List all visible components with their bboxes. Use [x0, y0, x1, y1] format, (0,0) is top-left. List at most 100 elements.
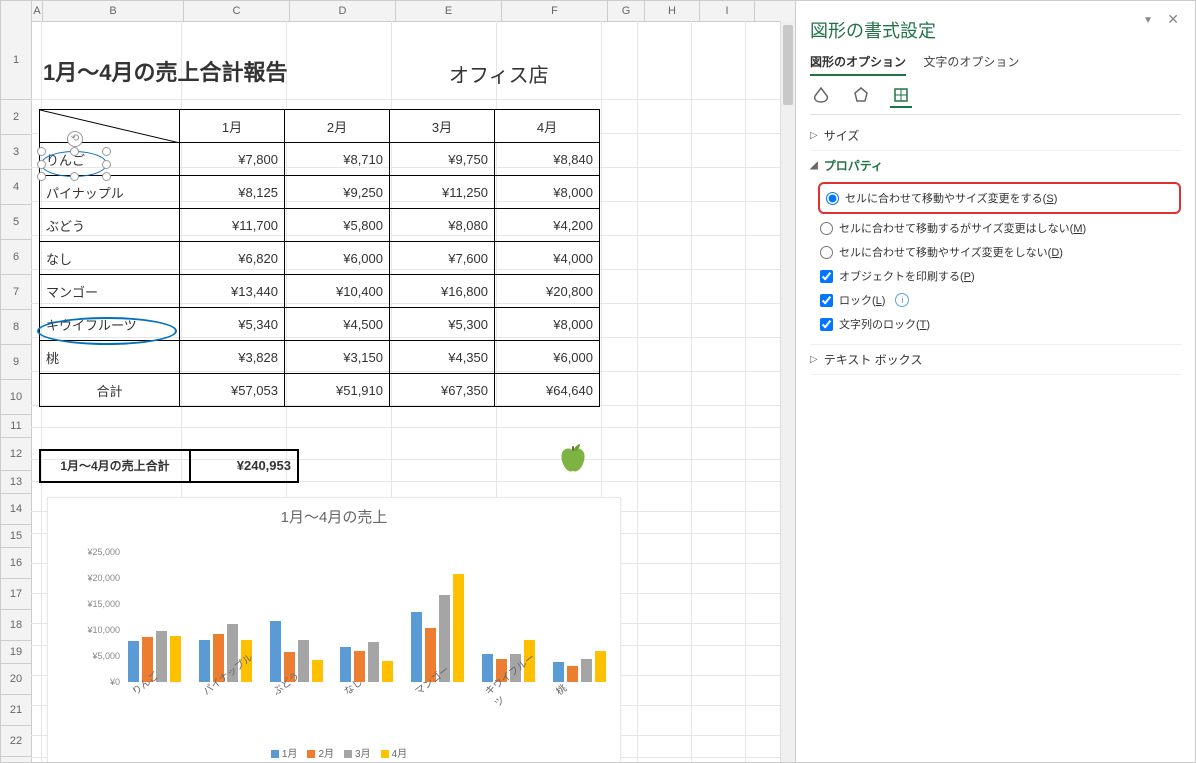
sales-cell[interactable]: ¥7,800: [180, 143, 285, 176]
effects-icon[interactable]: [850, 84, 872, 106]
row-header[interactable]: 7: [1, 275, 31, 310]
table-row[interactable]: マンゴー¥13,440¥10,400¥16,800¥20,800: [40, 275, 600, 308]
column-header[interactable]: H: [645, 1, 700, 21]
section-textbox-header[interactable]: ▷テキスト ボックス: [810, 351, 1181, 368]
checkbox-input[interactable]: [820, 318, 833, 331]
sales-cell[interactable]: ¥11,700: [180, 209, 285, 242]
column-header[interactable]: I: [700, 1, 755, 21]
sales-cell[interactable]: ¥8,080: [390, 209, 495, 242]
row-header[interactable]: 5: [1, 205, 31, 240]
checkbox-text-lock[interactable]: 文字列のロック(T): [818, 312, 1181, 336]
row-header[interactable]: 21: [1, 695, 31, 726]
grid[interactable]: 1月～4月の売上合計報告 オフィス店 1月2月3月4月りんご¥7,800¥8,7…: [31, 21, 795, 762]
sales-cell[interactable]: ¥16,800: [390, 275, 495, 308]
table-row[interactable]: パイナップル¥8,125¥9,250¥11,250¥8,000: [40, 176, 600, 209]
sales-cell[interactable]: ¥10,400: [285, 275, 390, 308]
row-header[interactable]: 15: [1, 525, 31, 548]
sales-cell[interactable]: ¥11,250: [390, 176, 495, 209]
worksheet[interactable]: ABCDEFGHI 123456789101112131415161718192…: [1, 1, 795, 762]
size-properties-icon[interactable]: [890, 84, 912, 108]
row-header[interactable]: 9: [1, 345, 31, 380]
sales-cell[interactable]: ¥8,840: [495, 143, 600, 176]
row-header[interactable]: 1: [1, 21, 31, 100]
sales-cell[interactable]: ¥13,440: [180, 275, 285, 308]
resize-handle[interactable]: [102, 160, 111, 169]
checkbox-print-object[interactable]: オブジェクトを印刷する(P): [818, 264, 1181, 288]
resize-handle[interactable]: [37, 160, 46, 169]
column-header[interactable]: D: [290, 1, 396, 21]
row-header[interactable]: 11: [1, 415, 31, 438]
sales-cell[interactable]: ¥6,000: [495, 341, 600, 374]
fill-line-icon[interactable]: [810, 84, 832, 106]
table-row[interactable]: なし¥6,820¥6,000¥7,600¥4,000: [40, 242, 600, 275]
sales-cell[interactable]: ¥5,800: [285, 209, 390, 242]
close-pane-button[interactable]: ✕: [1167, 11, 1179, 28]
radio-move-and-size[interactable]: セルに合わせて移動やサイズ変更をする(S): [824, 186, 1175, 210]
row-header[interactable]: 4: [1, 170, 31, 205]
resize-handle[interactable]: [37, 172, 46, 181]
checkbox-input[interactable]: [820, 294, 833, 307]
tab-text-options[interactable]: 文字のオプション: [923, 53, 1019, 74]
column-header[interactable]: C: [184, 1, 290, 21]
row-header[interactable]: 20: [1, 664, 31, 695]
sales-cell[interactable]: ¥6,820: [180, 242, 285, 275]
row-header[interactable]: 2: [1, 100, 31, 135]
vertical-scrollbar[interactable]: [780, 21, 795, 762]
tab-shape-options[interactable]: 図形のオプション: [810, 53, 906, 76]
rotate-handle[interactable]: ⟲: [67, 131, 83, 147]
checkbox-input[interactable]: [820, 270, 833, 283]
pane-options-dropdown[interactable]: ▼: [1143, 15, 1153, 26]
table-row[interactable]: りんご¥7,800¥8,710¥9,750¥8,840: [40, 143, 600, 176]
selected-shape-oval[interactable]: ⟲: [41, 151, 107, 177]
sales-cell[interactable]: ¥8,710: [285, 143, 390, 176]
sales-chart[interactable]: 1月～4月の売上 ¥0¥5,000¥10,000¥15,000¥20,000¥2…: [47, 497, 621, 762]
sales-table[interactable]: 1月2月3月4月りんご¥7,800¥8,710¥9,750¥8,840パイナップ…: [39, 109, 600, 407]
radio-move-only[interactable]: セルに合わせて移動するがサイズ変更はしない(M): [818, 216, 1181, 240]
bar[interactable]: [128, 641, 139, 682]
table-row[interactable]: 桃¥3,828¥3,150¥4,350¥6,000: [40, 341, 600, 374]
shape-oval[interactable]: [37, 317, 177, 345]
row-header[interactable]: 16: [1, 548, 31, 579]
radio-input[interactable]: [820, 222, 833, 235]
row-header[interactable]: 10: [1, 380, 31, 415]
sales-cell[interactable]: ¥4,500: [285, 308, 390, 341]
sales-cell[interactable]: ¥8,125: [180, 176, 285, 209]
row-header[interactable]: 19: [1, 641, 31, 664]
sales-cell[interactable]: ¥7,600: [390, 242, 495, 275]
scrollbar-thumb[interactable]: [783, 25, 793, 105]
sales-cell[interactable]: ¥20,800: [495, 275, 600, 308]
resize-handle[interactable]: [102, 172, 111, 181]
sales-cell[interactable]: ¥9,250: [285, 176, 390, 209]
checkbox-lock[interactable]: ロック(L)i: [818, 288, 1181, 312]
radio-input[interactable]: [826, 192, 839, 205]
resize-handle[interactable]: [37, 147, 46, 156]
column-header[interactable]: F: [502, 1, 608, 21]
section-properties-header[interactable]: ◢プロパティ: [810, 157, 1181, 174]
row-header[interactable]: 14: [1, 494, 31, 525]
row-header[interactable]: 6: [1, 240, 31, 275]
sales-cell[interactable]: ¥4,200: [495, 209, 600, 242]
column-header[interactable]: A: [32, 1, 43, 21]
select-all-corner[interactable]: [1, 1, 32, 21]
row-header[interactable]: 17: [1, 579, 31, 610]
row-header[interactable]: 12: [1, 438, 31, 471]
row-header[interactable]: 22: [1, 726, 31, 757]
sales-cell[interactable]: ¥5,300: [390, 308, 495, 341]
radio-no-move[interactable]: セルに合わせて移動やサイズ変更をしない(D): [818, 240, 1181, 264]
sales-cell[interactable]: ¥8,000: [495, 308, 600, 341]
info-icon[interactable]: i: [895, 293, 909, 307]
row-header[interactable]: 23: [1, 757, 31, 762]
bar[interactable]: [411, 612, 422, 682]
row-header[interactable]: 3: [1, 135, 31, 170]
row-header[interactable]: 8: [1, 310, 31, 345]
sales-cell[interactable]: ¥4,000: [495, 242, 600, 275]
sales-cell[interactable]: ¥8,000: [495, 176, 600, 209]
resize-handle[interactable]: [70, 172, 79, 181]
sales-cell[interactable]: ¥6,000: [285, 242, 390, 275]
sales-cell[interactable]: ¥3,828: [180, 341, 285, 374]
radio-input[interactable]: [820, 246, 833, 259]
column-header[interactable]: E: [396, 1, 502, 21]
column-header[interactable]: G: [608, 1, 645, 21]
sales-cell[interactable]: ¥3,150: [285, 341, 390, 374]
resize-handle[interactable]: [70, 147, 79, 156]
